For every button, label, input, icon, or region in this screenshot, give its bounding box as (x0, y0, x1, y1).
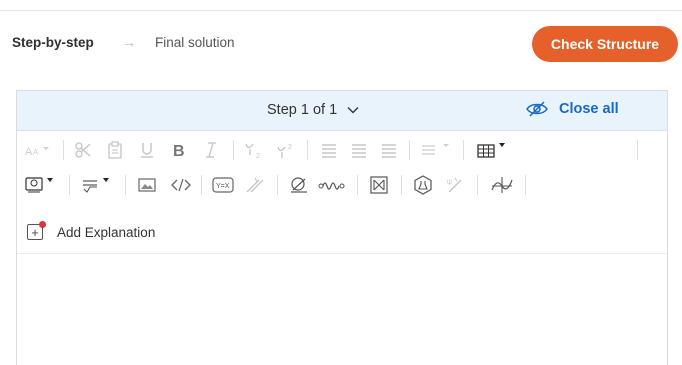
svg-text:Y=X: Y=X (216, 183, 230, 190)
breadcrumb-final-solution[interactable]: Final solution (155, 35, 235, 50)
close-all-label: Close all (559, 101, 619, 117)
separator (401, 175, 402, 195)
chevron-down-icon (347, 102, 359, 118)
step-selector[interactable]: Step 1 of 1 (267, 102, 359, 118)
subscript-icon[interactable]: 2 (243, 139, 265, 161)
close-all-button[interactable]: Close all (525, 101, 619, 117)
header: Step-by-step → Final solution Check Stru… (12, 26, 682, 62)
math-icon[interactable] (81, 174, 117, 196)
table-icon[interactable] (477, 139, 513, 161)
bold-icon[interactable]: B (169, 139, 189, 161)
image-icon[interactable] (135, 174, 159, 196)
font-size-icon[interactable]: AA (25, 139, 51, 161)
check-structure-button[interactable]: Check Structure (532, 26, 678, 62)
step-label: Step 1 of 1 (267, 102, 338, 118)
svg-text:B: B (173, 143, 185, 159)
separator (201, 175, 202, 195)
separator (233, 140, 234, 160)
toolbar-row-1: AA B 2 2 (17, 135, 667, 165)
paste-icon[interactable] (105, 139, 125, 161)
separator (409, 140, 410, 160)
money-icon[interactable] (25, 174, 61, 196)
top-divider (0, 10, 682, 11)
add-explanation-button[interactable]: + Add Explanation (27, 221, 156, 240)
separator (637, 140, 638, 160)
underline-icon[interactable] (137, 139, 157, 161)
svg-text:A: A (25, 146, 33, 157)
separator (277, 175, 278, 195)
format-painter-icon[interactable] (73, 139, 93, 161)
separator (63, 140, 64, 160)
separator (69, 175, 70, 195)
align-right-icon[interactable] (379, 139, 399, 161)
equation-icon[interactable]: Y=X (211, 174, 235, 196)
step-bar: Step 1 of 1 Close all (17, 91, 667, 131)
separator (125, 175, 126, 195)
svg-text:A: A (33, 148, 39, 157)
solution-editor-panel: Step-by-step → Final solution Check Stru… (0, 0, 682, 365)
add-icon: + (27, 221, 46, 240)
toolbar-row-2: Y=X ψ (17, 170, 667, 200)
code-icon[interactable] (169, 174, 193, 196)
function-icon[interactable] (489, 174, 515, 196)
lab-icon[interactable] (411, 174, 435, 196)
svg-text:2: 2 (288, 144, 292, 151)
breadcrumb-step-by-step[interactable]: Step-by-step (12, 35, 94, 50)
italic-icon[interactable] (201, 139, 221, 161)
waveform-icon[interactable] (317, 174, 347, 196)
separator (477, 175, 478, 195)
chemistry-icon[interactable] (243, 174, 267, 196)
eye-off-icon (526, 101, 548, 117)
separator (307, 140, 308, 160)
matrix-icon[interactable] (367, 174, 391, 196)
separator (357, 175, 358, 195)
notification-dot (39, 221, 46, 228)
align-center-icon[interactable] (349, 139, 369, 161)
superscript-icon[interactable]: 2 (275, 139, 297, 161)
add-explanation-label: Add Explanation (57, 224, 156, 240)
list-icon[interactable] (421, 139, 455, 161)
separator (463, 140, 464, 160)
graph-icon[interactable] (287, 174, 311, 196)
align-left-icon[interactable] (319, 139, 339, 161)
arrow-right-icon: → (122, 34, 136, 50)
separator (525, 175, 526, 195)
physics-icon[interactable]: ψ (443, 174, 467, 196)
content-divider (17, 253, 667, 254)
svg-text:2: 2 (256, 153, 260, 159)
svg-text:ψ: ψ (447, 179, 452, 186)
step-editor: Step 1 of 1 Close all AA B 2 2 Y=X ψ + A… (16, 90, 668, 365)
